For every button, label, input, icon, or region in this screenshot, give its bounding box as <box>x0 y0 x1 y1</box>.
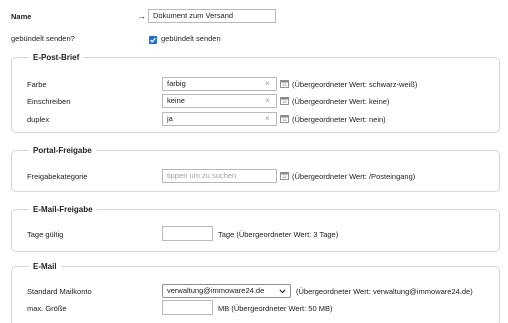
einschreiben-calendar-icon[interactable] <box>280 96 289 105</box>
tage-gueltig-input[interactable] <box>162 226 213 241</box>
duplex-input[interactable]: ja <box>162 112 277 126</box>
einschreiben-parent-value: (Übergeordneter Wert: keine) <box>292 97 390 106</box>
freigabekategorie-calendar-icon[interactable] <box>280 171 289 180</box>
portal-legend: Portal-Freigabe <box>29 145 96 156</box>
einschreiben-label: Einschreiben <box>27 97 71 106</box>
epost-legend: E-Post-Brief <box>29 52 84 63</box>
duplex-parent-value: (Übergeordneter Wert: nein) <box>292 115 386 124</box>
standard-mailkonto-select[interactable]: verwaltung@immoware24.de <box>162 284 291 298</box>
farbe-input[interactable]: farbig <box>162 77 277 91</box>
duplex-clear-icon[interactable]: × <box>265 114 270 124</box>
max-groesse-input[interactable] <box>162 300 213 315</box>
duplex-label: duplex <box>27 115 50 124</box>
max-groesse-suffix: MB (Übergeordneter Wert: 50 MB) <box>218 304 333 313</box>
farbe-label: Farbe <box>27 80 47 89</box>
freigabekategorie-search-input[interactable]: tippen um zu suchen <box>162 169 277 183</box>
standard-mailkonto-value: verwaltung@immoware24.de <box>167 286 265 295</box>
arrow-right-icon: → <box>137 11 146 21</box>
einschreiben-clear-icon[interactable]: × <box>265 96 270 106</box>
farbe-calendar-icon[interactable] <box>280 79 289 88</box>
farbe-clear-icon[interactable]: × <box>265 79 270 89</box>
email-legend: E-Mail <box>29 261 61 272</box>
bundled-label: gebündelt senden? <box>11 34 75 43</box>
einschreiben-input[interactable]: keine <box>162 94 277 108</box>
max-groesse-label: max. Größe <box>27 304 67 313</box>
standard-mailkonto-parent-value: (Übergeordneter Wert: verwaltung@immowar… <box>296 287 473 296</box>
tage-gueltig-suffix: Tage (Übergeordneter Wert: 3 Tage) <box>218 230 339 239</box>
freigabekategorie-parent-value: (Übergeordneter Wert: /Posteingang) <box>292 172 416 181</box>
checkmark-icon <box>150 37 156 43</box>
duplex-calendar-icon[interactable] <box>280 114 289 123</box>
bundled-checkbox-label: gebündelt senden <box>161 34 221 43</box>
tage-gueltig-label: Tage gültig <box>27 230 64 239</box>
farbe-parent-value: (Übergeordneter Wert: schwarz-weiß) <box>292 80 418 89</box>
chevron-down-icon <box>279 289 286 294</box>
standard-mailkonto-label: Standard Mailkonto <box>27 287 92 296</box>
emailfreigabe-legend: E-Mail-Freigabe <box>29 204 97 215</box>
name-input[interactable]: Dokument zum Versand <box>148 9 276 23</box>
bundled-checkbox[interactable] <box>149 36 157 44</box>
name-label: Name <box>11 12 32 21</box>
freigabekategorie-label: Freigabekategorie <box>27 172 88 181</box>
